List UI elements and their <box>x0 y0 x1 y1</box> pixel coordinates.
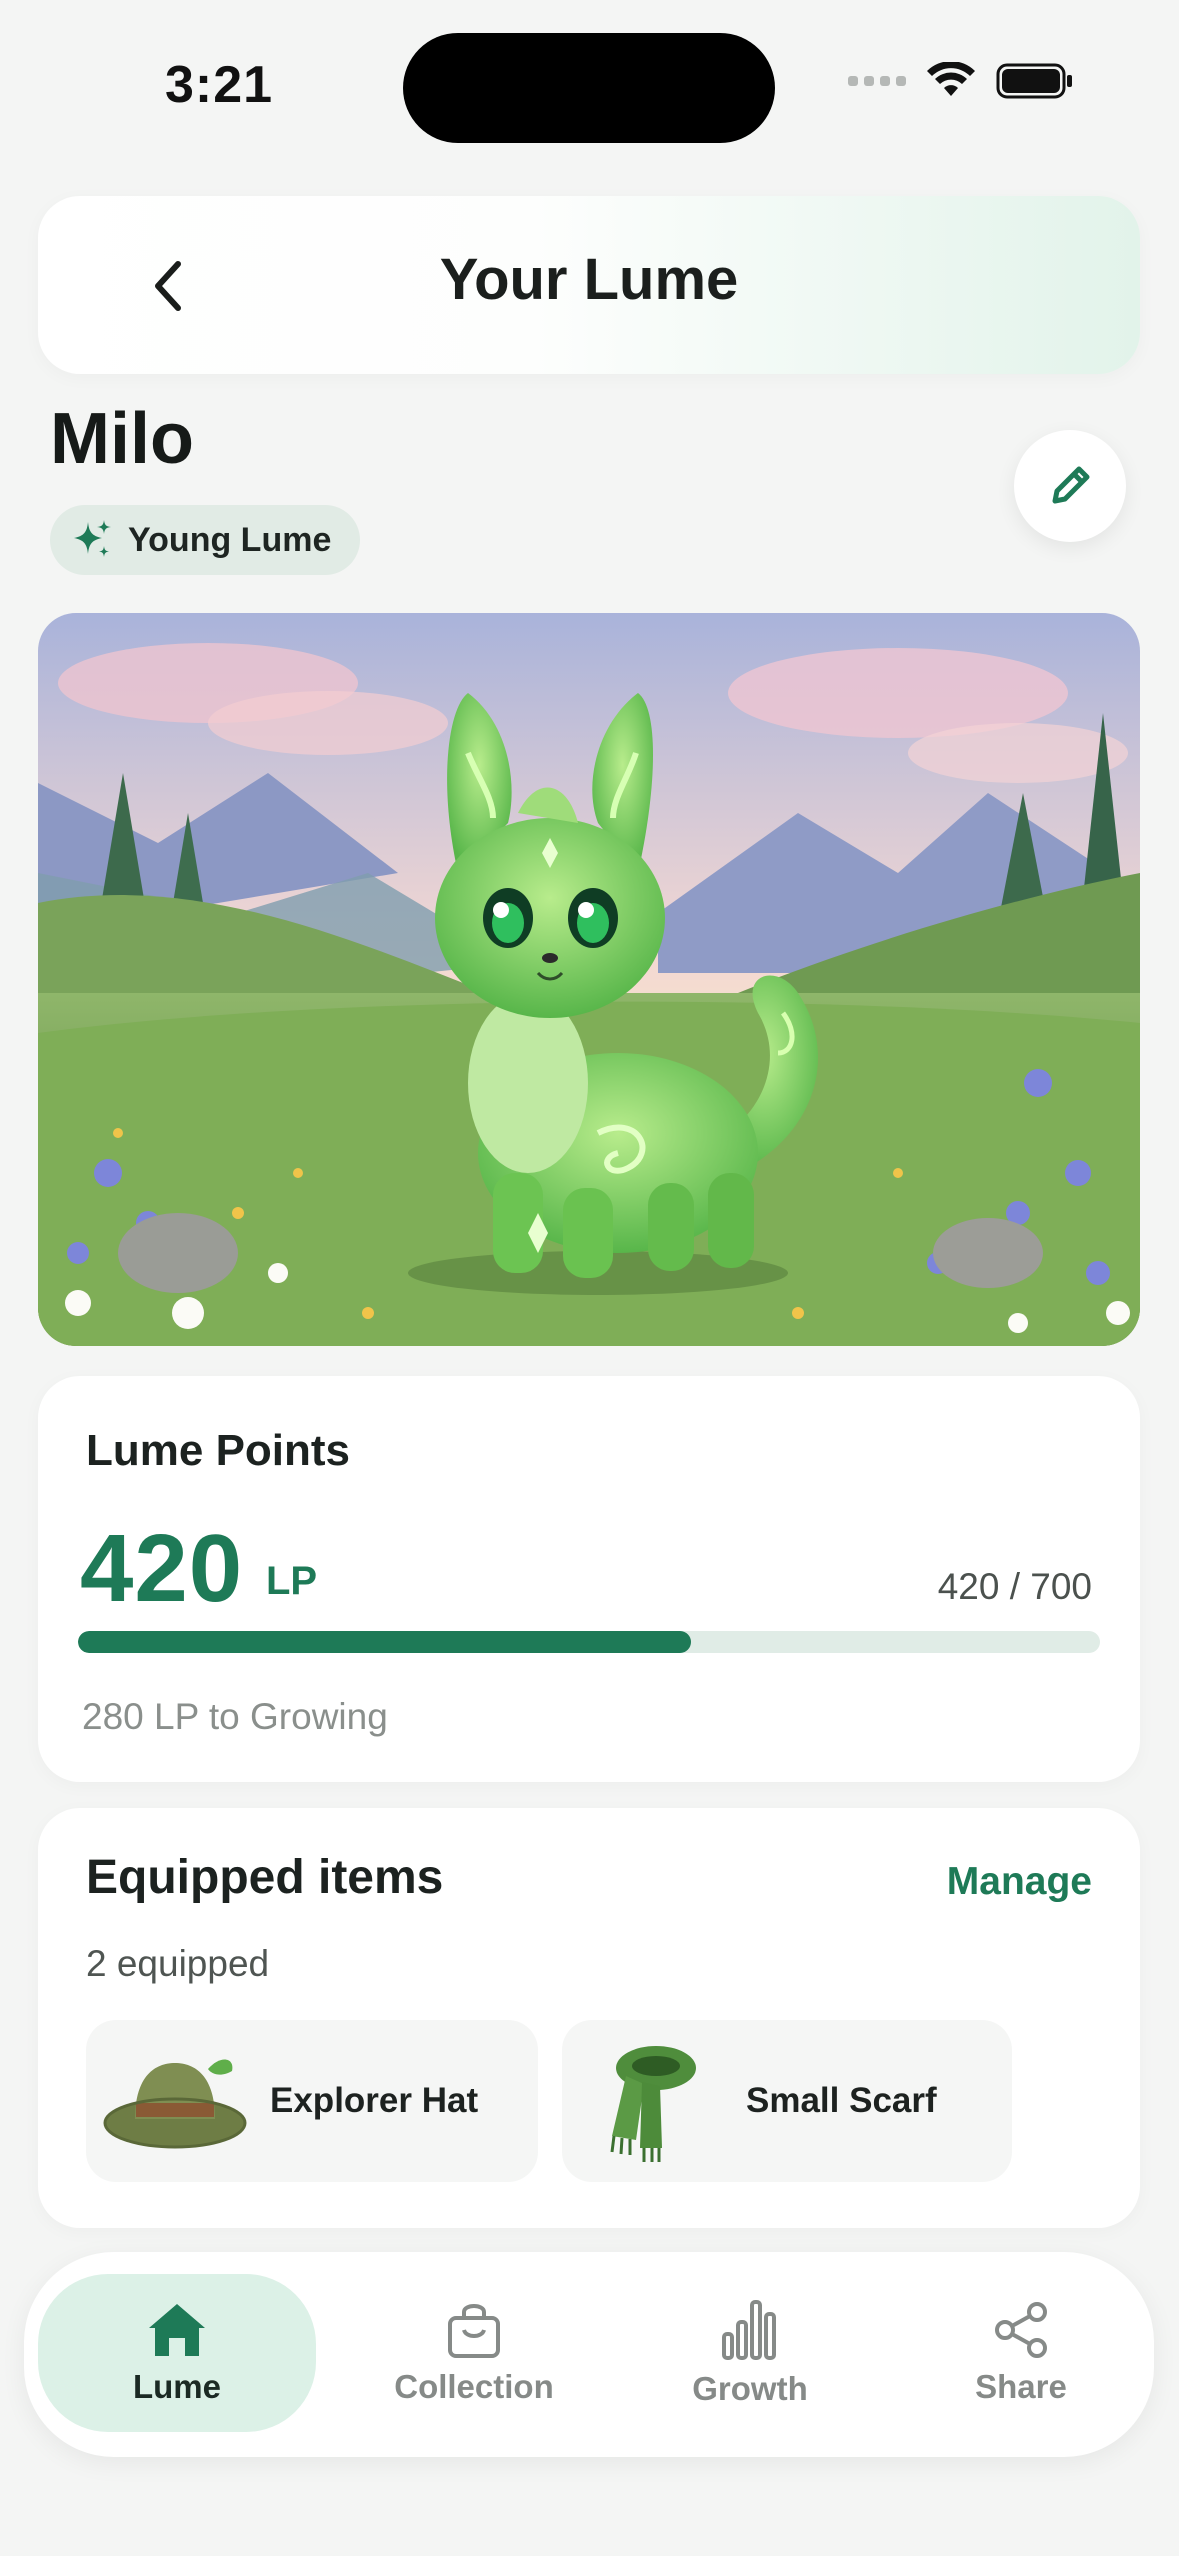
points-hint: 280 LP to Growing <box>82 1696 388 1737</box>
equipped-item-label: Small Scarf <box>746 2081 937 2120</box>
home-icon <box>149 2304 205 2356</box>
nav-label: Lume <box>132 2368 221 2405</box>
manage-button[interactable]: Manage <box>947 1860 1092 1904</box>
wifi-icon <box>927 62 975 96</box>
status-bar: 3:21 <box>0 0 1179 170</box>
edit-name-button[interactable] <box>1014 430 1126 542</box>
nav-label: Share <box>975 2368 1067 2405</box>
points-title: Lume Points <box>86 1426 351 1475</box>
points-progress-fill <box>78 1631 692 1653</box>
nav-label: Collection <box>394 2368 554 2405</box>
equipped-item-small-scarf[interactable]: Small Scarf <box>562 2020 1012 2182</box>
status-icons <box>848 62 1074 100</box>
cellular-signal-icon <box>848 76 906 86</box>
stage-badge: Young Lume <box>50 505 360 575</box>
share-icon <box>995 2302 1047 2358</box>
dynamic-island <box>403 33 775 143</box>
status-time: 3:21 <box>165 56 274 114</box>
bottom-nav: Lume Collection Growth Share <box>24 2252 1154 2457</box>
equipped-item-explorer-hat[interactable]: Explorer Hat <box>86 2020 538 2182</box>
points-value: 420 <box>80 1515 244 1622</box>
header-bar: Your Lume <box>38 196 1140 374</box>
stage-label: Young Lume <box>128 520 332 559</box>
bag-icon <box>448 2304 500 2358</box>
explorer-hat-icon <box>100 2026 250 2176</box>
nav-label: Growth <box>692 2370 808 2407</box>
lume-illustration <box>38 613 1140 1346</box>
equipped-item-label: Explorer Hat <box>270 2081 479 2120</box>
nav-tab-share[interactable]: Share <box>896 2274 1146 2432</box>
points-unit: LP <box>266 1559 318 1603</box>
nav-tab-collection[interactable]: Collection <box>344 2274 604 2432</box>
points-ratio: 420 / 700 <box>937 1566 1092 1607</box>
nav-tab-lume[interactable]: Lume <box>38 2274 316 2432</box>
pencil-icon <box>1052 466 1090 504</box>
equipped-count: 2 equipped <box>86 1943 270 1984</box>
page-title: Your Lume <box>439 247 739 312</box>
bar-chart-icon <box>722 2300 776 2360</box>
points-card: Lume Points 420 LP 420 / 700 280 LP to G… <box>38 1376 1140 1782</box>
battery-icon <box>996 63 1072 99</box>
equipped-items-card: Equipped items Manage 2 equipped Explore… <box>38 1808 1140 2228</box>
equipped-title: Equipped items <box>86 1851 444 1904</box>
sparkles-icon <box>74 520 111 557</box>
scarf-icon <box>576 2026 726 2176</box>
pet-name: Milo <box>50 399 194 479</box>
points-progress-bar <box>78 1631 1100 1653</box>
nav-tab-growth[interactable]: Growth <box>620 2274 880 2432</box>
